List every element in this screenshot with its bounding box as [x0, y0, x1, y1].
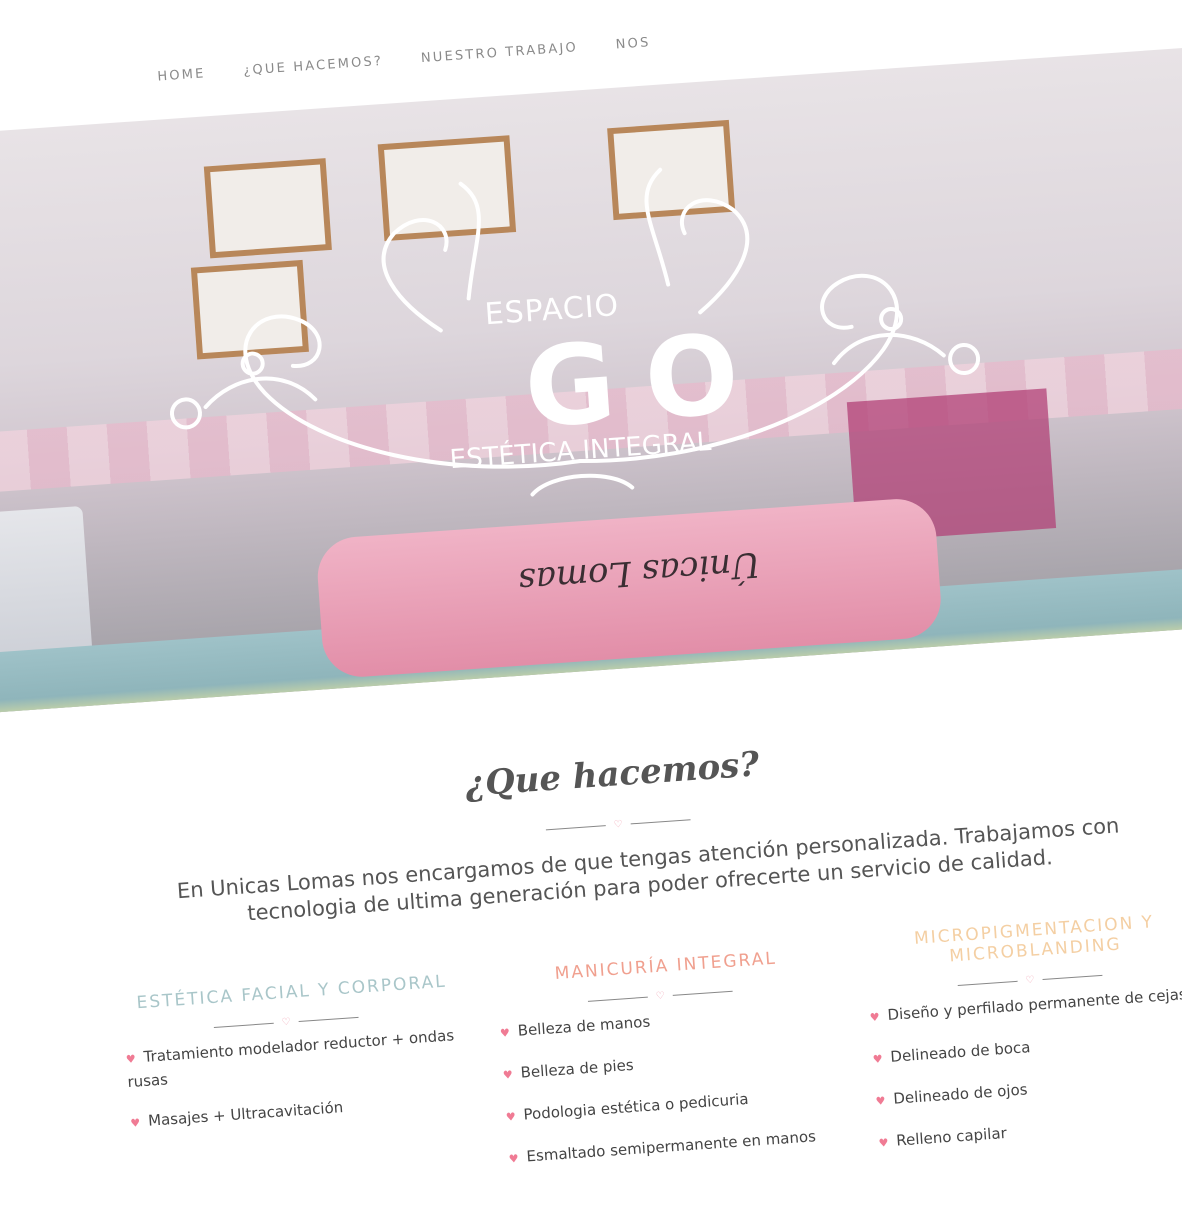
- espacio-go-logo: ESPACIO GO ESTÉTICA INTEGRAL: [131, 142, 1012, 531]
- divider-line: [630, 819, 691, 825]
- list-item-text: Tratamiento modelador reductor + ondas r…: [126, 1026, 455, 1092]
- list-item: ♥ Podologia estética o pedicuria: [505, 1081, 846, 1129]
- heart-bullet-icon: ♥: [508, 1152, 520, 1166]
- list-item-text: Esmaltado semipermanente en manos: [525, 1127, 817, 1166]
- nav-item-que-hacemos[interactable]: ¿QUE HACEMOS?: [243, 54, 384, 79]
- heart-bullet-icon: ♥: [505, 1110, 517, 1124]
- service-column-manicuria: MANICURÍA INTEGRAL ♡ ♥ Belleza de manos ♥…: [495, 944, 848, 1170]
- heart-icon: ♡: [1025, 974, 1035, 987]
- heart-bullet-icon: ♥: [872, 1052, 884, 1067]
- title-divider: ♡: [545, 814, 691, 835]
- nav-item-home[interactable]: HOME: [157, 66, 206, 84]
- list-item-text: Masajes + Ultracavitación: [147, 1098, 344, 1130]
- divider-line: [1042, 974, 1103, 981]
- list-item-text: Relleno capilar: [895, 1123, 1008, 1150]
- list-item: ♥ Tratamiento modelador reductor + ondas …: [125, 1024, 467, 1094]
- hero-banner: Únicas Lomas ESPACIO GO ESTÉTICA INTEGRA…: [0, 40, 1182, 721]
- section-title: ¿Que hacemos?: [463, 744, 761, 805]
- nav-menu: HOME ¿QUE HACEMOS? NUESTRO TRABAJO NOS: [157, 35, 651, 84]
- divider-line: [298, 1016, 359, 1023]
- heart-bullet-icon: ♥: [499, 1026, 511, 1041]
- divider-line: [957, 980, 1018, 986]
- list-item-text: Belleza de manos: [517, 1012, 651, 1040]
- service-list: ♥ Belleza de manos ♥ Belleza de pies ♥ Podo…: [499, 997, 849, 1170]
- divider-line: [672, 990, 733, 996]
- service-title: MICROPIGMENTACION Y MICROBLANDING: [913, 912, 1155, 967]
- service-list: ♥ Diseño y perfilado permanente de cejas …: [869, 982, 1182, 1155]
- heart-bullet-icon: ♥: [502, 1068, 514, 1082]
- heart-icon: ♡: [655, 990, 666, 1003]
- page: HOME ¿QUE HACEMOS? NUESTRO TRABAJO NOS Ú…: [0, 0, 1182, 1221]
- nav-item-nuestro-trabajo[interactable]: NUESTRO TRABAJO: [420, 40, 578, 66]
- list-item: ♥ Relleno capilar: [878, 1107, 1182, 1155]
- list-item-text: Podologia estética o pedicuria: [522, 1089, 750, 1124]
- list-item: ♥ Esmaltado semipermanente en manos: [508, 1123, 849, 1171]
- list-item: ♥ Belleza de pies: [502, 1039, 843, 1087]
- service-list: ♥ Tratamiento modelador reductor + ondas …: [125, 1024, 470, 1136]
- list-item: ♥ Belleza de manos: [499, 997, 840, 1045]
- service-column-micropigmentacion: MICROPIGMENTACION Y MICROBLANDING ♡ ♥ Dis…: [864, 909, 1182, 1155]
- divider-line: [545, 825, 606, 831]
- list-item-text: Diseño y perfilado permanente de cejas: [886, 985, 1182, 1024]
- service-column-estetica: ESTÉTICA FACIAL Y CORPORAL ♡ ♥ Tratamient…: [121, 971, 470, 1135]
- list-item-text: Belleza de pies: [520, 1055, 635, 1082]
- heart-bullet-icon: ♥: [129, 1116, 141, 1131]
- heart-bullet-icon: ♥: [875, 1094, 886, 1108]
- heart-icon: ♡: [613, 818, 624, 831]
- divider-line: [213, 1022, 274, 1028]
- list-item: ♥ Masajes + Ultracavitación: [130, 1087, 471, 1135]
- list-item-text: Delineado de boca: [889, 1038, 1031, 1066]
- list-item: ♥ Diseño y perfilado permanente de cejas: [869, 982, 1182, 1030]
- list-item-text: Delineado de ojos: [892, 1080, 1029, 1108]
- nav-item-nosotros[interactable]: NOS: [615, 35, 651, 52]
- heart-icon: ♡: [281, 1016, 292, 1029]
- divider-line: [587, 996, 648, 1002]
- heart-bullet-icon: ♥: [869, 1010, 881, 1025]
- list-item: ♥ Delineado de ojos: [875, 1065, 1182, 1113]
- heart-bullet-icon: ♥: [878, 1136, 889, 1150]
- list-item: ♥ Delineado de boca: [872, 1023, 1182, 1071]
- heart-bullet-icon: ♥: [125, 1052, 137, 1067]
